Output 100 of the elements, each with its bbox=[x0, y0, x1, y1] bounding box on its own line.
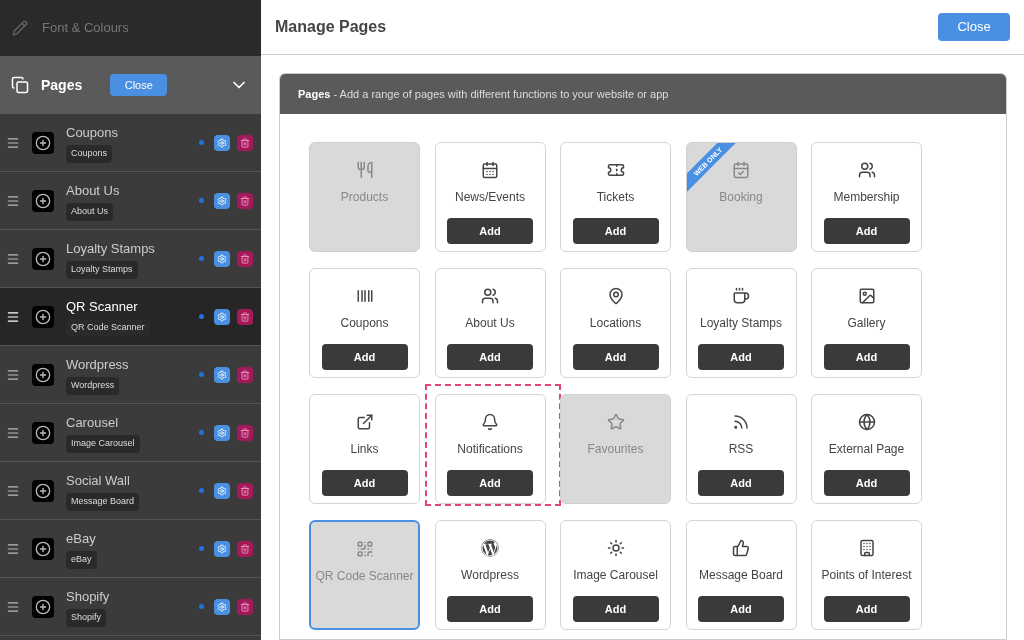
drag-handle-icon[interactable] bbox=[6, 541, 20, 556]
page-tile[interactable]: Locations Add bbox=[560, 268, 671, 378]
delete-button[interactable] bbox=[237, 598, 253, 615]
page-tile[interactable]: Loyalty Stamps Add bbox=[685, 268, 797, 378]
plus-icon bbox=[32, 305, 54, 328]
drag-handle-icon[interactable] bbox=[6, 135, 20, 150]
plus-icon bbox=[32, 421, 54, 444]
page-title: Social Wall bbox=[66, 471, 130, 490]
add-button[interactable]: Add bbox=[447, 218, 533, 244]
add-button[interactable]: Add bbox=[698, 470, 784, 496]
page-tile[interactable]: Membership Add bbox=[811, 142, 922, 252]
page-tile[interactable]: About Us Add bbox=[434, 268, 546, 378]
drag-handle-icon[interactable] bbox=[6, 425, 20, 440]
plus-icon bbox=[32, 363, 54, 386]
settings-button[interactable] bbox=[214, 366, 230, 383]
drag-handle-icon[interactable] bbox=[6, 193, 20, 208]
page-type-tag: Shopify bbox=[66, 609, 107, 627]
drag-handle-icon[interactable] bbox=[6, 309, 20, 324]
building-icon bbox=[857, 539, 876, 557]
delete-button[interactable] bbox=[237, 424, 253, 441]
settings-button[interactable] bbox=[214, 540, 230, 557]
page-type-tag: Image Carousel bbox=[66, 435, 140, 453]
page-list-item[interactable]: QR Scanner QR Code Scanner bbox=[0, 288, 261, 346]
tile-label: Message Board bbox=[698, 567, 783, 584]
delete-button[interactable] bbox=[237, 192, 253, 209]
thumbs-up-icon bbox=[732, 539, 750, 557]
page-tile[interactable]: Image Carousel Add bbox=[560, 520, 671, 630]
add-button[interactable]: Add bbox=[572, 596, 659, 622]
page-tile[interactable]: External Page Add bbox=[811, 394, 922, 504]
drag-handle-icon[interactable] bbox=[6, 251, 20, 266]
star-icon bbox=[606, 413, 625, 431]
delete-button[interactable] bbox=[237, 308, 253, 325]
page-tile[interactable]: RSS Add bbox=[685, 394, 797, 504]
tile-label: Tickets bbox=[596, 189, 635, 206]
tile-label: Coupons bbox=[340, 315, 389, 332]
tile-label: Gallery bbox=[847, 315, 886, 332]
drag-handle-icon[interactable] bbox=[6, 367, 20, 382]
external-link-icon bbox=[355, 413, 374, 431]
delete-button[interactable] bbox=[237, 134, 253, 151]
plus-icon bbox=[32, 595, 54, 618]
add-button[interactable]: Add bbox=[698, 344, 784, 370]
page-title: About Us bbox=[66, 181, 120, 200]
page-tile[interactable]: Gallery Add bbox=[811, 268, 922, 378]
page-tile[interactable]: Message Board Add bbox=[685, 520, 797, 630]
page-type-tag: Loyalty Stamps bbox=[66, 261, 138, 279]
tile-label: About Us bbox=[465, 315, 515, 332]
page-type-tag: Coupons bbox=[66, 145, 113, 163]
page-tile[interactable]: Wordpress Add bbox=[434, 520, 546, 630]
add-button[interactable]: Add bbox=[572, 218, 659, 244]
page-type-tag: QR Code Scanner bbox=[66, 319, 150, 337]
add-button[interactable]: Add bbox=[823, 218, 910, 244]
delete-button[interactable] bbox=[237, 366, 253, 383]
add-button[interactable]: Add bbox=[823, 344, 910, 370]
tile-label: Booking bbox=[719, 189, 763, 206]
page-title: Shopify bbox=[66, 587, 110, 606]
add-button[interactable]: Add bbox=[447, 344, 533, 370]
plus-icon bbox=[32, 537, 54, 560]
settings-button[interactable] bbox=[214, 192, 230, 209]
calendar-check-icon bbox=[732, 161, 750, 179]
settings-button[interactable] bbox=[214, 250, 230, 267]
page-tile[interactable]: Tickets Add bbox=[560, 142, 671, 252]
tile-label: Locations bbox=[589, 315, 642, 332]
drag-handle-icon[interactable] bbox=[6, 599, 20, 614]
page-tile[interactable]: Coupons Add bbox=[309, 268, 420, 378]
page-tile[interactable]: Notifications Add bbox=[434, 394, 546, 504]
delete-button[interactable] bbox=[237, 482, 253, 499]
settings-button[interactable] bbox=[214, 482, 230, 499]
tile-label: Products bbox=[340, 189, 389, 206]
delete-button[interactable] bbox=[237, 540, 253, 557]
add-button[interactable]: Add bbox=[447, 470, 533, 496]
add-button[interactable]: Add bbox=[823, 470, 910, 496]
add-button[interactable]: Add bbox=[321, 470, 408, 496]
add-button[interactable]: Add bbox=[698, 596, 784, 622]
people-icon bbox=[481, 287, 499, 305]
drag-handle-icon[interactable] bbox=[6, 483, 20, 498]
settings-button[interactable] bbox=[214, 134, 230, 151]
globe-icon bbox=[857, 413, 876, 431]
page-tile[interactable]: News/Events Add bbox=[434, 142, 546, 252]
add-button[interactable]: Add bbox=[823, 596, 910, 622]
delete-button[interactable] bbox=[237, 250, 253, 267]
tile-label: QR Code Scanner bbox=[315, 568, 414, 585]
pencil-icon bbox=[12, 20, 28, 36]
plus-icon bbox=[32, 247, 54, 270]
page-tile[interactable]: Links Add bbox=[309, 394, 420, 504]
page-title: Manage Pages bbox=[275, 17, 387, 37]
tile-label: News/Events bbox=[455, 189, 525, 206]
settings-button[interactable] bbox=[214, 598, 230, 615]
tile-label: Favourites bbox=[587, 441, 644, 458]
add-button[interactable]: Add bbox=[321, 344, 408, 370]
tile-label: External Page bbox=[828, 441, 905, 458]
cup-icon bbox=[732, 287, 750, 305]
tile-label: Links bbox=[350, 441, 379, 458]
page-tile[interactable]: Points of Interest Add bbox=[811, 520, 922, 630]
add-button[interactable]: Add bbox=[572, 344, 659, 370]
page-type-tag: Message Board bbox=[66, 493, 140, 511]
settings-button[interactable] bbox=[214, 308, 230, 325]
add-button[interactable]: Add bbox=[447, 596, 533, 622]
page-title: eBay bbox=[66, 529, 96, 548]
settings-button[interactable] bbox=[214, 424, 230, 441]
tile-label: Notifications bbox=[457, 441, 523, 458]
